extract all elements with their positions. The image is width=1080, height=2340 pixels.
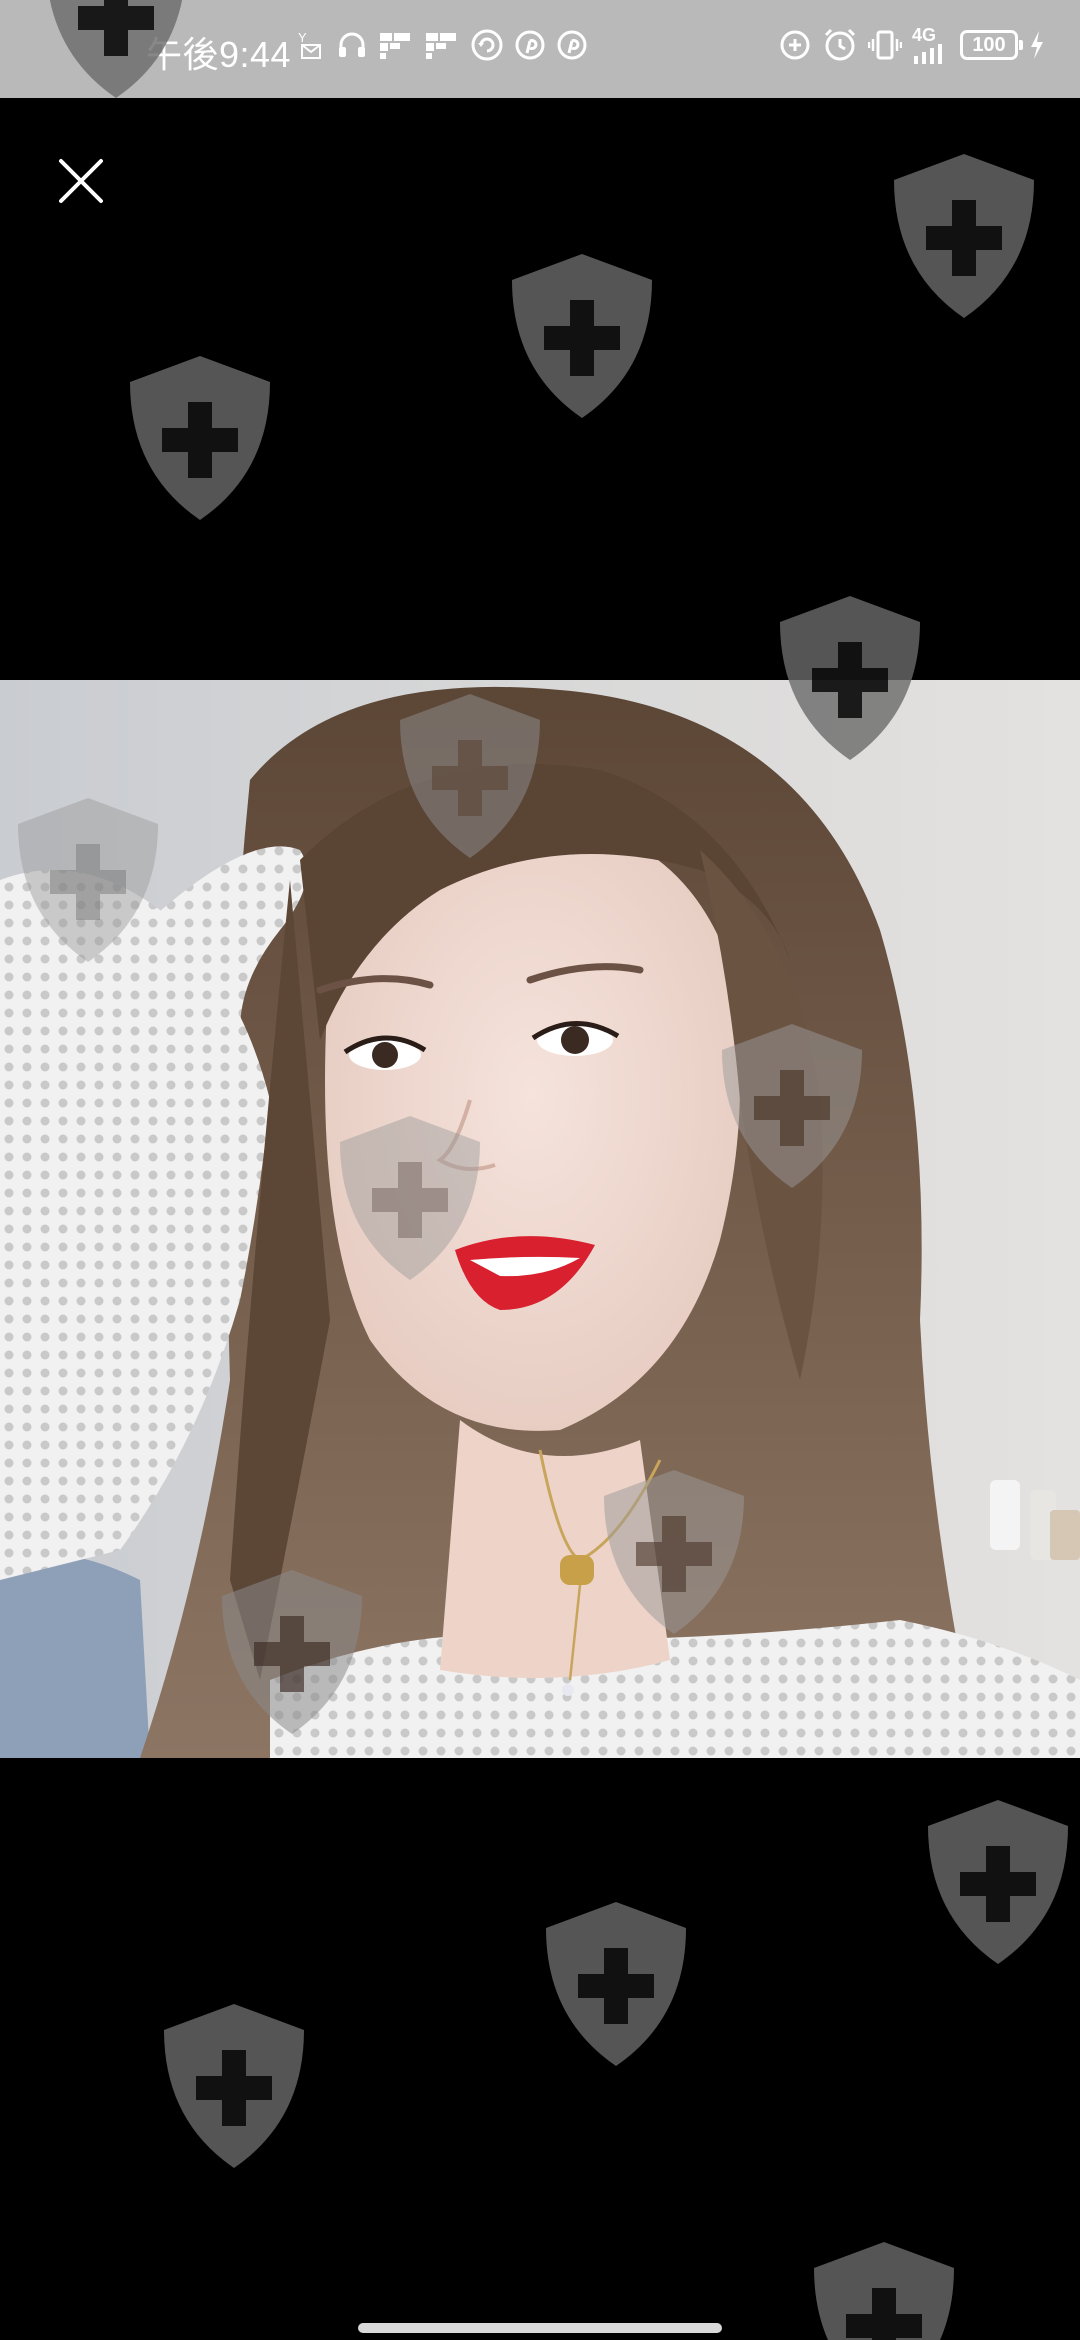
system-status-icons: 4G 100 (778, 26, 1046, 64)
watermark-shield-icon (212, 1566, 372, 1738)
watermark-shield-icon (120, 352, 280, 524)
watermark-shield-icon (390, 690, 550, 862)
app-notification-icon (378, 29, 414, 61)
home-indicator[interactable] (358, 2323, 722, 2333)
pinterest-icon (514, 29, 546, 61)
network-type: 4G (912, 25, 937, 45)
image-viewer-screen: 午後9:44 Y 4G 100 (0, 0, 1080, 2340)
app-notification-icon-2 (424, 29, 460, 61)
headphones-icon (336, 29, 368, 61)
watermark-shield-icon (770, 592, 930, 764)
sync-icon (470, 28, 504, 62)
watermark-shield-icon (804, 2238, 964, 2340)
svg-text:Y: Y (298, 30, 307, 45)
watermark-shield-icon (36, 0, 196, 102)
watermark-shield-icon (712, 1020, 872, 1192)
watermark-shield-icon (8, 794, 168, 966)
missed-call-icon: Y (296, 28, 326, 62)
watermark-shield-icon (154, 2000, 314, 2172)
close-icon (59, 159, 103, 203)
notification-icons: Y (296, 28, 588, 62)
close-button[interactable] (46, 146, 116, 216)
watermark-shield-icon (594, 1466, 754, 1638)
pinterest-icon-2 (556, 29, 588, 61)
watermark-shield-icon (502, 250, 662, 422)
signal-icon: 4G (912, 26, 950, 64)
data-saver-icon (778, 28, 812, 62)
battery-indicator: 100 (960, 30, 1023, 60)
vibrate-icon (868, 28, 902, 62)
watermark-shield-icon (884, 150, 1044, 322)
watermark-shield-icon (918, 1796, 1078, 1968)
watermark-shield-icon (330, 1112, 490, 1284)
watermark-shield-icon (536, 1898, 696, 2070)
charging-icon (1028, 30, 1046, 60)
alarm-icon (822, 27, 858, 63)
